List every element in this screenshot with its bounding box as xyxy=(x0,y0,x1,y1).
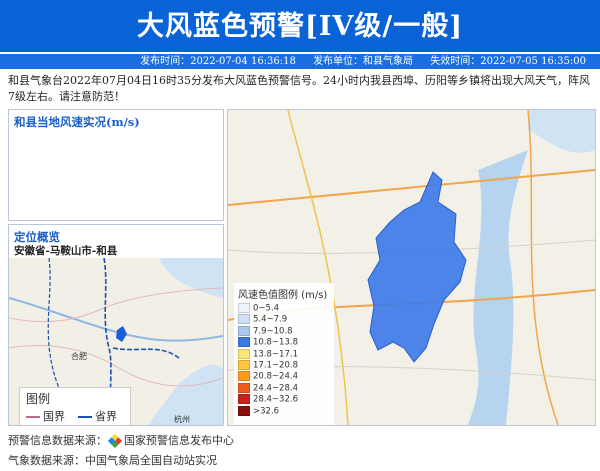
scale-label: 10.8~13.8 xyxy=(253,337,298,348)
province-border-line-icon xyxy=(78,416,92,418)
scale-swatch-icon xyxy=(238,348,250,359)
scale-swatch-icon xyxy=(238,337,250,348)
scale-label: 24.4~28.4 xyxy=(253,383,298,394)
legend-province-border: 省界 xyxy=(78,408,117,424)
scale-row: 7.9~10.8 xyxy=(234,325,334,337)
scale-label: 17.1~20.8 xyxy=(253,360,298,371)
scale-label: 13.8~17.1 xyxy=(253,349,298,360)
map-label-hefei: 合肥 xyxy=(71,351,87,361)
scale-swatch-icon xyxy=(238,359,250,370)
issuer: 发布单位：和县气象局 xyxy=(313,56,414,67)
scale-row: 0~5.4 xyxy=(234,303,334,314)
wind-panel-title: 和县当地风速实况(m/s) xyxy=(14,115,140,129)
scale-row: 13.8~17.1 xyxy=(234,348,334,360)
wind-speed-color-legend: 风速色值图例 (m/s) 0~5.4 5.4~7.9 7.9~10.8 10.8~13… xyxy=(234,283,334,425)
scale-row: 5.4~7.9 xyxy=(234,314,334,325)
scale-row: >32.6 xyxy=(234,405,334,417)
issue-time: 发布时间：2022-07-04 16:36:18 xyxy=(140,56,296,67)
scale-label: 28.4~32.6 xyxy=(253,394,298,405)
scale-label: 7.9~10.8 xyxy=(253,326,293,337)
location-name: 安徽省-马鞍山市-和县 xyxy=(14,245,118,257)
scale-row: 17.1~20.8 xyxy=(234,359,334,371)
location-panel: 定位概览 安徽省-马鞍山市-和县 合肥 杭州 图例 国界 省界 xyxy=(8,224,224,426)
warning-source-line: 预警信息数据来源： 国家预警信息发布中心 xyxy=(8,433,234,449)
scale-swatch-icon xyxy=(238,405,250,416)
legend-national-border: 国界 xyxy=(26,408,65,424)
scale-swatch-icon xyxy=(238,325,250,336)
scale-label: 0~5.4 xyxy=(253,303,280,314)
national-border-line-icon xyxy=(26,416,40,418)
legend-title: 图例 xyxy=(26,392,51,406)
scale-row: 10.8~13.8 xyxy=(234,337,334,348)
publisher-logo-icon xyxy=(107,433,123,449)
scale-row: 20.8~24.4 xyxy=(234,371,334,382)
meta-bar: 发布时间：2022-07-04 16:36:18 发布单位：和县气象局 失效时间… xyxy=(0,54,600,69)
scale-title: 风速色值图例 (m/s) xyxy=(238,290,328,301)
scale-label: >32.6 xyxy=(253,406,280,417)
map-legend: 图例 国界 省界 xyxy=(19,387,131,425)
scale-label: 5.4~7.9 xyxy=(253,314,288,325)
scale-swatch-icon xyxy=(238,371,250,382)
wind-speed-panel: 和县当地风速实况(m/s) xyxy=(8,109,224,221)
scale-row: 28.4~32.6 xyxy=(234,394,334,405)
scale-swatch-icon xyxy=(238,303,250,313)
expire-time: 失效时间：2022-07-05 16:35:00 xyxy=(430,56,586,67)
weather-source-line: 气象数据来源：中国气象局全国自动站实况 xyxy=(8,454,217,467)
scale-swatch-icon xyxy=(238,394,250,405)
scale-label: 20.8~24.4 xyxy=(253,371,298,382)
map-label-hangzhou: 杭州 xyxy=(174,414,190,424)
warning-description: 和县气象台2022年07月04日16时35分发布大风蓝色预警信号。24小时内我县… xyxy=(8,74,590,103)
scale-swatch-icon xyxy=(238,314,250,325)
scale-swatch-icon xyxy=(238,382,250,393)
page-title: 大风蓝色预警[IV级/一般] xyxy=(137,11,463,42)
scale-row: 24.4~28.4 xyxy=(234,382,334,394)
warning-area-map-panel[interactable]: 风速色值图例 (m/s) 0~5.4 5.4~7.9 7.9~10.8 10.8~13… xyxy=(227,109,596,426)
